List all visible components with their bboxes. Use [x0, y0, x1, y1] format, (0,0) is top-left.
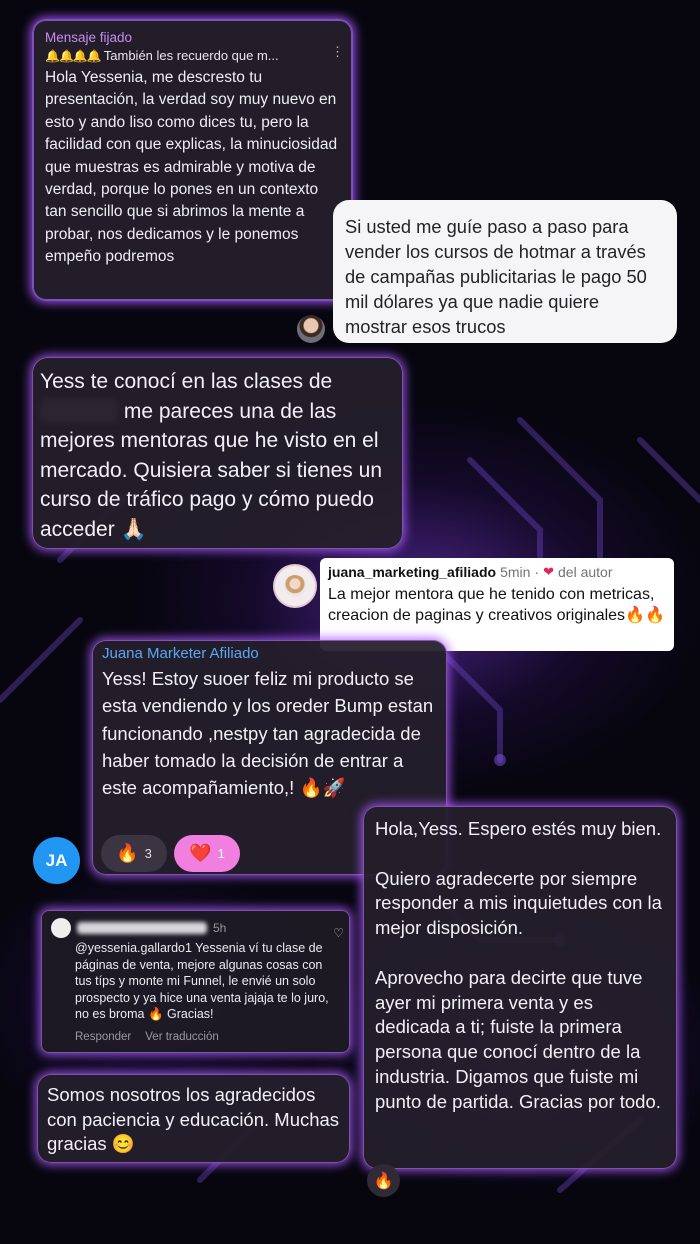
- juana-comment-card[interactable]: juana_marketing_afiliado 5min · ❤ del au…: [320, 558, 674, 651]
- bell-icons: 🔔🔔🔔🔔: [45, 48, 102, 63]
- yess-message-start: Yess te conocí en las clases de: [40, 370, 333, 393]
- pinned-header: Mensaje fijado: [45, 30, 133, 45]
- juana-avatar-image: [284, 575, 306, 597]
- reply-button[interactable]: Responder: [75, 1031, 131, 1043]
- comment-header: juana_marketing_afiliado 5min · ❤ del au…: [328, 564, 666, 580]
- heart-icon: ❤️: [189, 843, 212, 863]
- user-avatar[interactable]: [297, 315, 325, 343]
- heart-reaction[interactable]: ❤️ 1: [174, 835, 240, 872]
- juana-avatar[interactable]: [275, 566, 315, 606]
- message-paragraph: Aprovecho para decirte que tuve ayer mi …: [375, 966, 661, 1112]
- reply-message[interactable]: Somos nosotros los agradecidos con pacie…: [37, 1074, 350, 1163]
- translate-button[interactable]: Ver traducción: [145, 1031, 219, 1043]
- message-paragraph: Quiero agradecerte por siempre responder…: [375, 867, 662, 939]
- comment-header: 5h: [51, 918, 340, 938]
- heart-reaction-count: 1: [217, 846, 225, 861]
- question-text: Si usted me guíe paso a paso para vender…: [345, 216, 647, 337]
- comment-time: 5min: [500, 564, 531, 580]
- comment-body: @yessenia.gallardo1 Yessenia ví tu clase…: [75, 941, 329, 1021]
- commenter-avatar[interactable]: [51, 918, 71, 938]
- comment-username[interactable]: juana_marketing_afiliado: [328, 564, 496, 580]
- pinned-body: Hola Yessenia, me descresto tu presentac…: [45, 69, 338, 266]
- comment-body: La mejor mentora que he tenido con metri…: [328, 586, 665, 624]
- separator-dot: ·: [534, 564, 540, 580]
- redacted-username: [77, 922, 207, 934]
- sender-name[interactable]: Juana Marketer Afiliado: [102, 645, 437, 662]
- question-message[interactable]: Si usted me guíe paso a paso para vender…: [333, 200, 677, 343]
- reply-text: Somos nosotros los agradecidos con pacie…: [47, 1084, 340, 1154]
- comment-time: 5h: [213, 921, 227, 935]
- pinned-message[interactable]: Mensaje fijado 🔔🔔🔔🔔 También les recuerdo…: [32, 19, 353, 301]
- redacted-text: [40, 397, 118, 423]
- pinned-preview-text: También les recuerdo que m...: [103, 48, 279, 63]
- fire-reaction-count: 3: [144, 846, 152, 861]
- thank-you-message[interactable]: Hola,Yess. Espero estés muy bien. Quiero…: [363, 806, 677, 1169]
- video-comment[interactable]: 5h ♡ @yessenia.gallardo1 Yessenia ví tu …: [41, 910, 350, 1053]
- fire-icon: 🔥: [116, 843, 139, 863]
- more-options-icon[interactable]: ⋮: [331, 44, 344, 60]
- message-body: Yess! Estoy suoer feliz mi producto se e…: [102, 668, 434, 799]
- fire-reaction-badge[interactable]: 🔥: [367, 1164, 400, 1197]
- pinned-preview: 🔔🔔🔔🔔 También les recuerdo que m...: [45, 48, 340, 63]
- author-like-label: del autor: [558, 564, 613, 580]
- sender-avatar[interactable]: JA: [33, 837, 80, 884]
- yess-message[interactable]: Yess te conocí en las clases de me parec…: [32, 357, 403, 549]
- like-heart-icon[interactable]: ♡: [333, 926, 344, 940]
- message-paragraph: Hola,Yess. Espero estés muy bien.: [375, 818, 662, 839]
- heart-icon: ❤: [543, 564, 554, 579]
- comment-actions: Responder Ver traducción: [75, 1031, 340, 1043]
- fire-reaction[interactable]: 🔥 3: [101, 835, 167, 872]
